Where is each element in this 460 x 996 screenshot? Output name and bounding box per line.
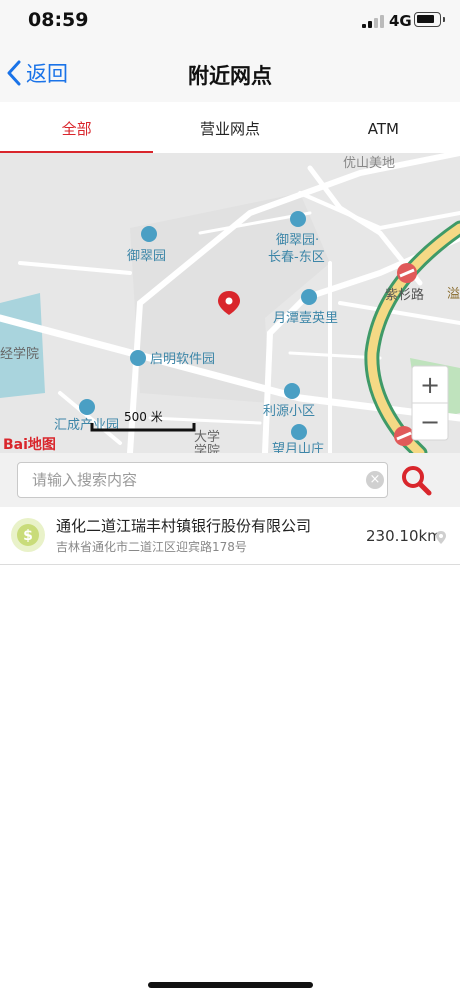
- nav-bar: 返回 附近网点: [0, 44, 460, 102]
- branch-name: 通化二道江瑞丰村镇银行股份有限公司: [56, 517, 312, 535]
- search-box[interactable]: ×: [17, 462, 388, 498]
- tab-atm[interactable]: ATM: [307, 102, 460, 153]
- svg-text:$: $: [23, 528, 33, 544]
- baidu-map-logo: Bai地图: [3, 436, 56, 453]
- zoom-in-button[interactable]: +: [420, 371, 440, 399]
- zoom-out-button[interactable]: −: [420, 408, 440, 436]
- poi-label: 月潭壹英里: [273, 311, 338, 326]
- branch-distance: 230.10km: [366, 527, 442, 545]
- tab-all[interactable]: 全部: [0, 102, 154, 154]
- search-icon[interactable]: [398, 462, 434, 498]
- poi-label: 紫杉路: [385, 287, 424, 303]
- poi-label: 经学院: [0, 346, 39, 362]
- poi-label: 学院: [194, 443, 220, 453]
- poi-label: 御翠园·: [276, 233, 319, 248]
- status-time: 08:59: [28, 9, 89, 31]
- battery-icon: [414, 12, 445, 27]
- status-bar: 08:59 4G: [0, 0, 460, 44]
- search-input[interactable]: [18, 463, 376, 497]
- map-logo: Bai地图: [3, 436, 56, 453]
- page-title: 附近网点: [188, 64, 272, 88]
- signal-icon: [362, 14, 384, 28]
- tab-branches[interactable]: 营业网点: [153, 102, 306, 153]
- tab-bar: 全部 营业网点 ATM: [0, 102, 460, 154]
- location-icon: [436, 531, 446, 544]
- scale-label: 500 米: [124, 410, 163, 424]
- map-view[interactable]: 优山美地 御翠园 御翠园· 长春-东区 紫杉路 溢 月潭壹英里 经学院 启明软件…: [0, 153, 460, 453]
- poi-label: 长春-东区: [268, 250, 325, 265]
- network-type: 4G: [389, 12, 412, 30]
- poi-label: 启明软件园: [150, 352, 215, 367]
- coin-icon: $: [11, 518, 45, 552]
- poi-label: 利源小区: [263, 404, 315, 419]
- poi-label: 望月山庄: [272, 441, 324, 453]
- map-canvas[interactable]: 优山美地 御翠园 御翠园· 长春-东区 紫杉路 溢 月潭壹英里 经学院 启明软件…: [0, 153, 460, 453]
- search-bar: ×: [0, 453, 460, 507]
- poi-label: 优山美地: [343, 156, 395, 171]
- poi-label: 大学: [194, 429, 220, 445]
- branch-address: 吉林省通化市二道江区迎宾路178号: [56, 540, 247, 554]
- poi-label: 御翠园: [127, 249, 166, 264]
- clear-icon[interactable]: ×: [366, 471, 384, 489]
- zoom-control[interactable]: + −: [411, 365, 449, 441]
- poi-label: 溢: [447, 287, 460, 302]
- home-indicator: [148, 982, 313, 988]
- list-item[interactable]: $ 通化二道江瑞丰村镇银行股份有限公司 吉林省通化市二道江区迎宾路178号 23…: [0, 507, 460, 565]
